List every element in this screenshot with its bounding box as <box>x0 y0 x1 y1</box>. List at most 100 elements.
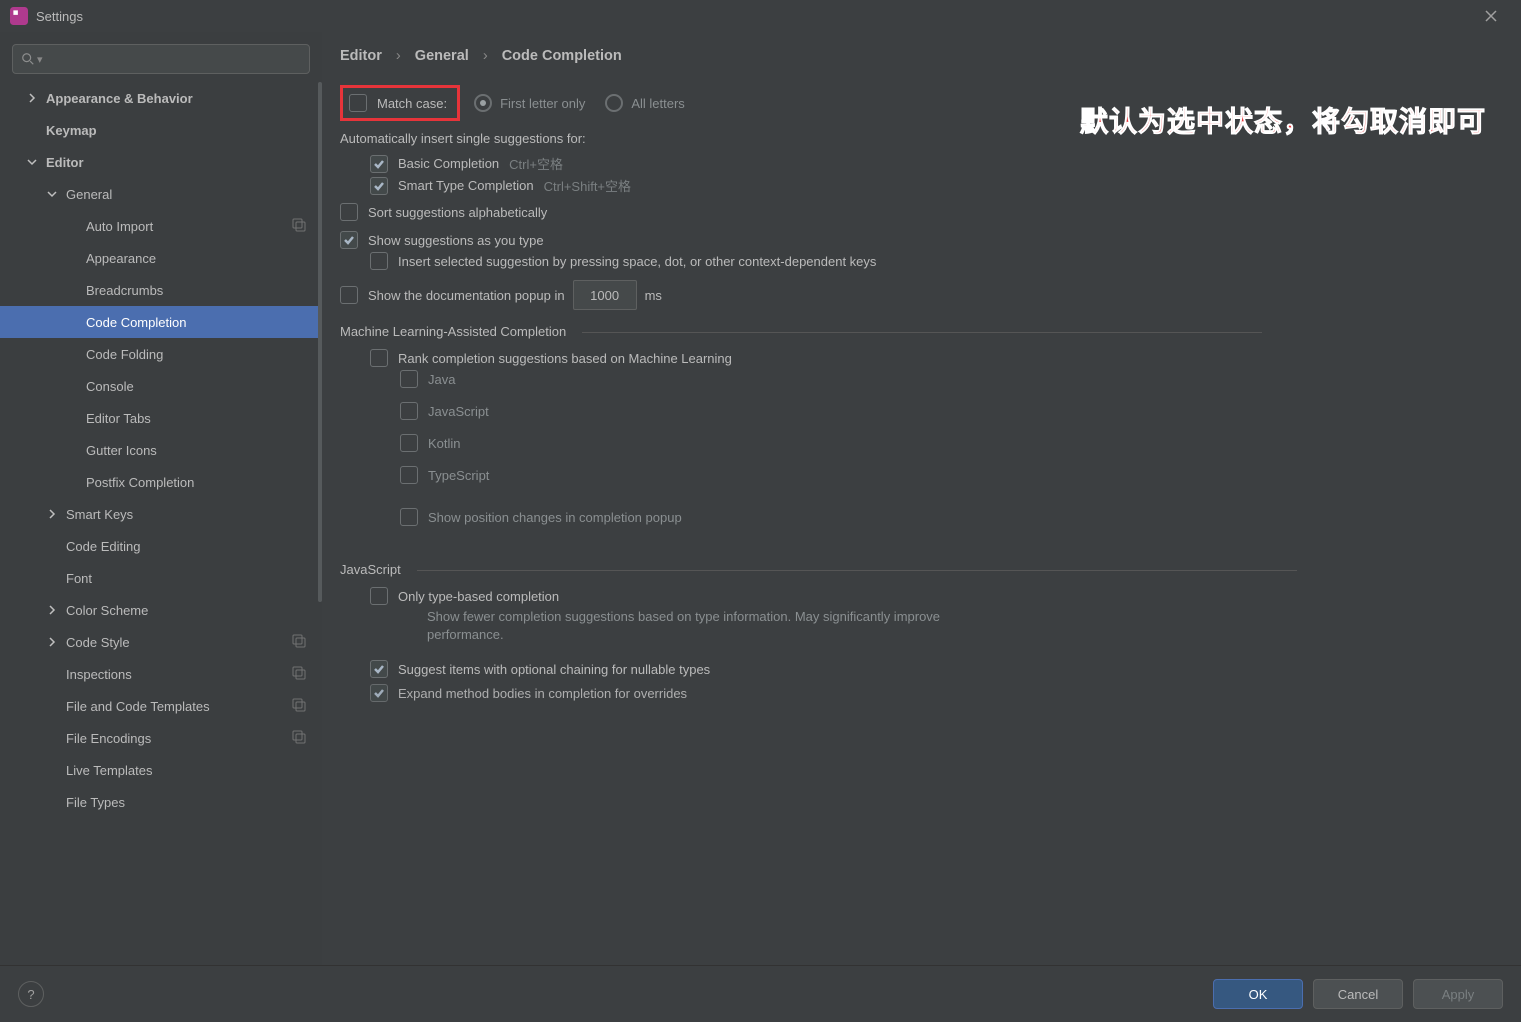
js-only-type-checkbox[interactable] <box>370 587 388 605</box>
main-panel: Editor › General › Code Completion 默认为选中… <box>322 32 1521 966</box>
insert-selected-label: Insert selected suggestion by pressing s… <box>398 254 876 269</box>
search-icon <box>21 52 35 66</box>
breadcrumb-item: Code Completion <box>502 48 622 64</box>
sidebar-item-label: Editor <box>46 155 84 170</box>
ok-button[interactable]: OK <box>1213 979 1303 1009</box>
sort-alpha-checkbox[interactable] <box>340 203 358 221</box>
sidebar-item-gutter-icons[interactable]: Gutter Icons <box>0 434 322 466</box>
sidebar-item-breadcrumbs[interactable]: Breadcrumbs <box>0 274 322 306</box>
doc-delay-input[interactable] <box>573 280 637 310</box>
sidebar-item-editor-tabs[interactable]: Editor Tabs <box>0 402 322 434</box>
all-letters-radio[interactable] <box>605 94 623 112</box>
show-doc-prefix: Show the documentation popup in <box>368 288 565 303</box>
sidebar-item-label: Postfix Completion <box>86 475 194 490</box>
cancel-button[interactable]: Cancel <box>1313 979 1403 1009</box>
sidebar-item-label: File Encodings <box>66 731 151 746</box>
sidebar-item-file-types[interactable]: File Types <box>0 786 322 818</box>
breadcrumb-item[interactable]: General <box>415 48 469 64</box>
chevron-right-icon <box>44 509 60 519</box>
scope-badge-icon <box>292 666 306 683</box>
ml-java-label: Java <box>428 372 455 387</box>
scope-badge-icon <box>292 698 306 715</box>
ml-ts-checkbox[interactable] <box>400 466 418 484</box>
show-doc-suffix: ms <box>645 288 662 303</box>
annotation-text: 默认为选中状态，将勾取消即可 <box>1080 100 1486 140</box>
breadcrumb: Editor › General › Code Completion <box>322 32 1521 82</box>
sidebar-item-label: File Types <box>66 795 125 810</box>
sidebar-item-keymap[interactable]: Keymap <box>0 114 322 146</box>
scope-badge-icon <box>292 634 306 651</box>
sidebar-item-label: General <box>66 187 112 202</box>
first-letter-radio[interactable] <box>474 94 492 112</box>
js-section-title: JavaScript <box>340 562 1503 577</box>
chevron-right-icon <box>44 637 60 647</box>
ml-rank-label: Rank completion suggestions based on Mac… <box>398 351 732 366</box>
chevron-right-icon: › <box>483 48 488 64</box>
smart-completion-label: Smart Type Completion <box>398 178 534 193</box>
show-as-type-label: Show suggestions as you type <box>368 233 544 248</box>
sidebar-item-label: Auto Import <box>86 219 153 234</box>
sidebar-item-live-templates[interactable]: Live Templates <box>0 754 322 786</box>
search-input[interactable]: ▾ <box>12 44 310 74</box>
sidebar-item-auto-import[interactable]: Auto Import <box>0 210 322 242</box>
js-expand-bodies-checkbox[interactable] <box>370 684 388 702</box>
help-button[interactable]: ? <box>18 981 44 1007</box>
sidebar-item-console[interactable]: Console <box>0 370 322 402</box>
chevron-right-icon <box>44 605 60 615</box>
match-case-label: Match case: <box>377 96 447 111</box>
basic-completion-label: Basic Completion <box>398 156 499 171</box>
sidebar-item-appearance[interactable]: Appearance <box>0 242 322 274</box>
ml-rank-checkbox[interactable] <box>370 349 388 367</box>
first-letter-label: First letter only <box>500 96 585 111</box>
js-optional-chain-label: Suggest items with optional chaining for… <box>398 662 710 677</box>
sidebar-item-label: Appearance & Behavior <box>46 91 193 106</box>
sidebar-item-postfix-completion[interactable]: Postfix Completion <box>0 466 322 498</box>
sidebar-item-label: Gutter Icons <box>86 443 157 458</box>
sidebar-item-inspections[interactable]: Inspections <box>0 658 322 690</box>
sidebar-item-label: Inspections <box>66 667 132 682</box>
sidebar-item-label: Breadcrumbs <box>86 283 163 298</box>
sidebar-item-code-style[interactable]: Code Style <box>0 626 322 658</box>
sidebar-item-label: Editor Tabs <box>86 411 151 426</box>
sidebar-item-label: Console <box>86 379 134 394</box>
sidebar-item-label: Code Style <box>66 635 130 650</box>
sidebar-item-label: Code Completion <box>86 315 186 330</box>
sidebar-item-file-and-code-templates[interactable]: File and Code Templates <box>0 690 322 722</box>
close-button[interactable] <box>1471 1 1511 31</box>
sidebar-item-smart-keys[interactable]: Smart Keys <box>0 498 322 530</box>
sidebar-item-label: Keymap <box>46 123 97 138</box>
sidebar-item-general[interactable]: General <box>0 178 322 210</box>
sidebar-item-label: Smart Keys <box>66 507 133 522</box>
breadcrumb-item[interactable]: Editor <box>340 48 382 64</box>
basic-shortcut-hint: Ctrl+空格 <box>509 154 563 173</box>
ml-show-pos-checkbox[interactable] <box>400 508 418 526</box>
show-as-type-checkbox[interactable] <box>340 231 358 249</box>
sidebar-item-code-folding[interactable]: Code Folding <box>0 338 322 370</box>
js-only-type-desc: Show fewer completion suggestions based … <box>427 608 947 644</box>
scope-badge-icon <box>292 218 306 235</box>
match-case-checkbox[interactable] <box>349 94 367 112</box>
sidebar-item-label: Code Editing <box>66 539 140 554</box>
chevron-right-icon <box>24 93 40 103</box>
sidebar-item-color-scheme[interactable]: Color Scheme <box>0 594 322 626</box>
js-expand-bodies-label: Expand method bodies in completion for o… <box>398 686 687 701</box>
settings-tree: Appearance & Behavior Keymap Editor General… <box>0 82 322 966</box>
sidebar-item-label: Live Templates <box>66 763 152 778</box>
sidebar-item-editor[interactable]: Editor <box>0 146 322 178</box>
app-logo-icon <box>10 7 28 25</box>
sidebar-item-code-editing[interactable]: Code Editing <box>0 530 322 562</box>
ml-java-checkbox[interactable] <box>400 370 418 388</box>
sidebar-item-appearance-behavior[interactable]: Appearance & Behavior <box>0 82 322 114</box>
smart-completion-checkbox[interactable] <box>370 177 388 195</box>
ml-js-checkbox[interactable] <box>400 402 418 420</box>
ml-kotlin-checkbox[interactable] <box>400 434 418 452</box>
sidebar-item-font[interactable]: Font <box>0 562 322 594</box>
sidebar-item-code-completion[interactable]: Code Completion <box>0 306 322 338</box>
show-doc-checkbox[interactable] <box>340 286 358 304</box>
insert-selected-checkbox[interactable] <box>370 252 388 270</box>
apply-button[interactable]: Apply <box>1413 979 1503 1009</box>
js-only-type-label: Only type-based completion <box>398 589 559 604</box>
js-optional-chain-checkbox[interactable] <box>370 660 388 678</box>
basic-completion-checkbox[interactable] <box>370 155 388 173</box>
sidebar-item-file-encodings[interactable]: File Encodings <box>0 722 322 754</box>
